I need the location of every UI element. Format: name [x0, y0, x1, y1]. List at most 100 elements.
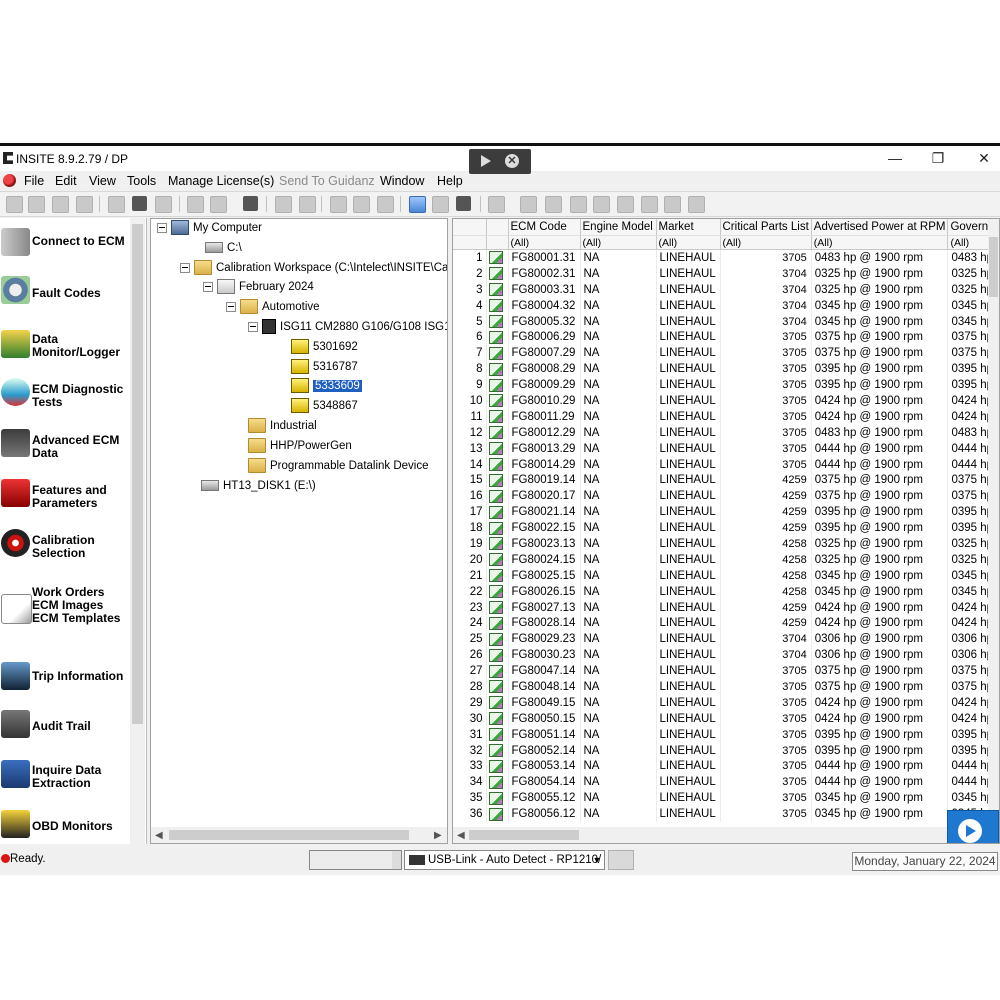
print-icon[interactable] [187, 196, 204, 213]
table-row[interactable]: 29 FG80049.15 NA LINEHAUL 3705 0424 hp @ 1900… [453, 694, 999, 711]
table-row[interactable]: 16 FG80020.17 NA LINEHAUL 4259 0375 hp @ 1900… [453, 488, 999, 505]
tree-node-ht13-disk1[interactable]: HT13_DISK1 (E:\) [201, 477, 316, 495]
tree-node-isg11-ecm[interactable]: ISG11 CM2880 G106/G108 ISG12 [248, 318, 447, 336]
tree-node-february-2024[interactable]: February 2024 [203, 278, 314, 296]
collapse-icon[interactable] [203, 281, 213, 292]
table-row[interactable]: 33 FG80053.14 NA LINEHAUL 3705 0444 hp @ 1900… [453, 758, 999, 775]
chevron-down-icon[interactable]: ▼ [590, 851, 604, 869]
table-row[interactable]: 9 FG80009.29 NA LINEHAUL 3705 0395 hp @ 1900 … [453, 377, 999, 394]
table-row[interactable]: 36 FG80056.12 NA LINEHAUL 3705 0345 hp @ 1900… [453, 806, 999, 823]
settings-icon[interactable] [688, 196, 705, 213]
properties-icon[interactable] [299, 196, 316, 213]
sidebar-item-features-parameters[interactable]: Features and Parameters [0, 475, 128, 515]
adapter-settings-button[interactable] [608, 850, 634, 870]
tree-node-industrial[interactable]: Industrial [248, 417, 317, 435]
sidebar-item-fault-codes[interactable]: Fault Codes [0, 274, 128, 314]
sidebar-item-advanced-ecm-data[interactable]: Advanced ECM Data [0, 425, 128, 465]
table-row[interactable]: 1 FG80001.31 NA LINEHAUL 3705 0483 hp @ 1900 … [453, 249, 999, 266]
ecm-icon[interactable] [353, 196, 370, 213]
cut-icon[interactable] [108, 196, 125, 213]
print-preview-icon[interactable] [210, 196, 227, 213]
tree-node-calibration-workspace[interactable]: Calibration Workspace (C:\Intelect\INSIT… [180, 259, 447, 277]
menu-send-to-guidanz[interactable]: Send To Guidanz [279, 174, 375, 188]
play-icon[interactable] [570, 196, 587, 213]
filter-advertised-power[interactable]: (All) [811, 235, 949, 250]
pause-icon[interactable] [593, 196, 610, 213]
menu-view[interactable]: View [89, 174, 116, 188]
document-icon[interactable] [432, 196, 449, 213]
table-row[interactable]: 8 FG80008.29 NA LINEHAUL 3705 0395 hp @ 1900 … [453, 361, 999, 378]
export-icon[interactable] [275, 196, 292, 213]
table-row[interactable]: 2 FG80002.31 NA LINEHAUL 3704 0325 hp @ 1900 … [453, 265, 999, 282]
table-row[interactable]: 11 FG80011.29 NA LINEHAUL 3705 0424 hp @ 1900… [453, 408, 999, 425]
sidebar-item-inquire-data-extraction[interactable]: Inquire Data Extraction [0, 754, 128, 794]
system-menu-icon[interactable] [3, 174, 16, 187]
scroll-left-icon[interactable]: ◀ [155, 830, 163, 841]
tree-node-5301692[interactable]: 5301692 [291, 338, 358, 356]
sidebar-item-obd-monitors[interactable]: OBD Monitors [0, 804, 128, 844]
table-row[interactable]: 18 FG80022.15 NA LINEHAUL 4259 0395 hp @ 1900… [453, 520, 999, 537]
sidebar-item-trip-information[interactable]: Trip Information [0, 654, 128, 694]
filter-market[interactable]: (All) [656, 235, 721, 250]
send-icon[interactable] [481, 155, 491, 167]
column-header-engine-model[interactable]: Engine Model [580, 219, 657, 236]
table-row[interactable]: 32 FG80052.14 NA LINEHAUL 3705 0395 hp @ 1900… [453, 742, 999, 759]
table-row[interactable]: 23 FG80027.13 NA LINEHAUL 4259 0424 hp @ 1900… [453, 599, 999, 616]
sidebar-scroll-thumb[interactable] [132, 224, 143, 724]
monitor-icon[interactable] [545, 196, 562, 213]
table-row[interactable]: 20 FG80024.15 NA LINEHAUL 4258 0325 hp @ 1900… [453, 551, 999, 568]
table-row[interactable]: 28 FG80048.14 NA LINEHAUL 3705 0375 hp @ 1900… [453, 679, 999, 695]
table-row[interactable]: 19 FG80023.13 NA LINEHAUL 4258 0325 hp @ 1900… [453, 536, 999, 552]
column-header-critical-parts[interactable]: Critical Parts List [720, 219, 812, 236]
menu-file[interactable]: File [24, 174, 44, 188]
filter-icon[interactable] [456, 196, 471, 211]
collapse-icon[interactable] [248, 321, 258, 332]
stop-icon[interactable] [617, 196, 634, 213]
scroll-right-icon[interactable]: ▶ [434, 830, 442, 841]
connect-icon[interactable] [6, 196, 23, 213]
table-row[interactable]: 35 FG80055.12 NA LINEHAUL 3705 0345 hp @ 1900… [453, 790, 999, 807]
menu-tools[interactable]: Tools [127, 174, 156, 188]
menu-manage-licenses[interactable]: Manage License(s) [168, 174, 274, 188]
column-header-ecm-code[interactable]: ECM Code [508, 219, 581, 236]
new-page-icon[interactable] [488, 196, 505, 213]
refresh-icon[interactable] [52, 196, 69, 213]
table-row[interactable]: 12 FG80012.29 NA LINEHAUL 3705 0483 hp @ 1900… [453, 424, 999, 441]
table-row[interactable]: 24 FG80028.14 NA LINEHAUL 4259 0424 hp @ 1900… [453, 615, 999, 632]
table-row[interactable]: 31 FG80051.14 NA LINEHAUL 3705 0395 hp @ 1900… [453, 726, 999, 743]
record-icon[interactable] [520, 196, 537, 213]
table-row[interactable]: 22 FG80026.15 NA LINEHAUL 4258 0345 hp @ 1900… [453, 583, 999, 600]
tree-scroll-thumb[interactable] [169, 830, 409, 840]
collapse-icon[interactable] [157, 222, 167, 233]
tree-node-programmable-datalink[interactable]: Programmable Datalink Device [248, 457, 429, 475]
column-header-market[interactable]: Market [656, 219, 721, 236]
minimize-button[interactable]: — [885, 150, 905, 166]
grid-icon[interactable] [76, 196, 93, 213]
collapse-icon[interactable] [226, 301, 236, 312]
menu-edit[interactable]: Edit [55, 174, 77, 188]
table-row[interactable]: 30 FG80050.15 NA LINEHAUL 3705 0424 hp @ 1900… [453, 710, 999, 727]
column-header-advertised-power[interactable]: Advertised Power at RPM [811, 219, 949, 236]
tree-node-my-computer[interactable]: My Computer [157, 219, 262, 237]
table-row[interactable]: 6 FG80006.29 NA LINEHAUL 3705 0375 hp @ 1900 … [453, 329, 999, 346]
filter-engine-model[interactable]: (All) [580, 235, 657, 250]
snapshot-icon[interactable] [641, 196, 658, 213]
table-row[interactable]: 15 FG80019.14 NA LINEHAUL 4259 0375 hp @ 1900… [453, 472, 999, 489]
table-row[interactable]: 25 FG80029.23 NA LINEHAUL 3704 0306 hp @ 1900… [453, 631, 999, 648]
table-row[interactable]: 7 FG80007.29 NA LINEHAUL 3705 0375 hp @ 1900 … [453, 345, 999, 362]
binoculars-icon[interactable] [243, 196, 258, 211]
sidebar-item-connect-to-ecm[interactable]: Connect to ECM [0, 224, 128, 264]
filter-critical-parts[interactable]: (All) [720, 235, 812, 250]
table-row[interactable]: 27 FG80047.14 NA LINEHAUL 3705 0375 hp @ 1900… [453, 663, 999, 680]
tree-node-c-drive[interactable]: C:\ [205, 239, 242, 257]
table-row[interactable]: 14 FG80014.29 NA LINEHAUL 3705 0444 hp @ 1900… [453, 456, 999, 473]
tree-node-5348867[interactable]: 5348867 [291, 397, 358, 415]
table-row[interactable]: 34 FG80054.14 NA LINEHAUL 3705 0444 hp @ 1900… [453, 774, 999, 791]
disconnect-icon[interactable] [28, 196, 45, 213]
grid-scroll-left-icon[interactable]: ◀ [457, 830, 465, 841]
tree-node-automotive[interactable]: Automotive [226, 298, 320, 316]
sidebar-item-calibration-selection[interactable]: Calibration Selection [0, 525, 128, 565]
adapter-select[interactable]: USB-Link - Auto Detect - RP1210/ ▼ [404, 850, 605, 870]
teamviewer-icon[interactable] [947, 810, 999, 843]
copy-icon[interactable] [132, 196, 147, 211]
